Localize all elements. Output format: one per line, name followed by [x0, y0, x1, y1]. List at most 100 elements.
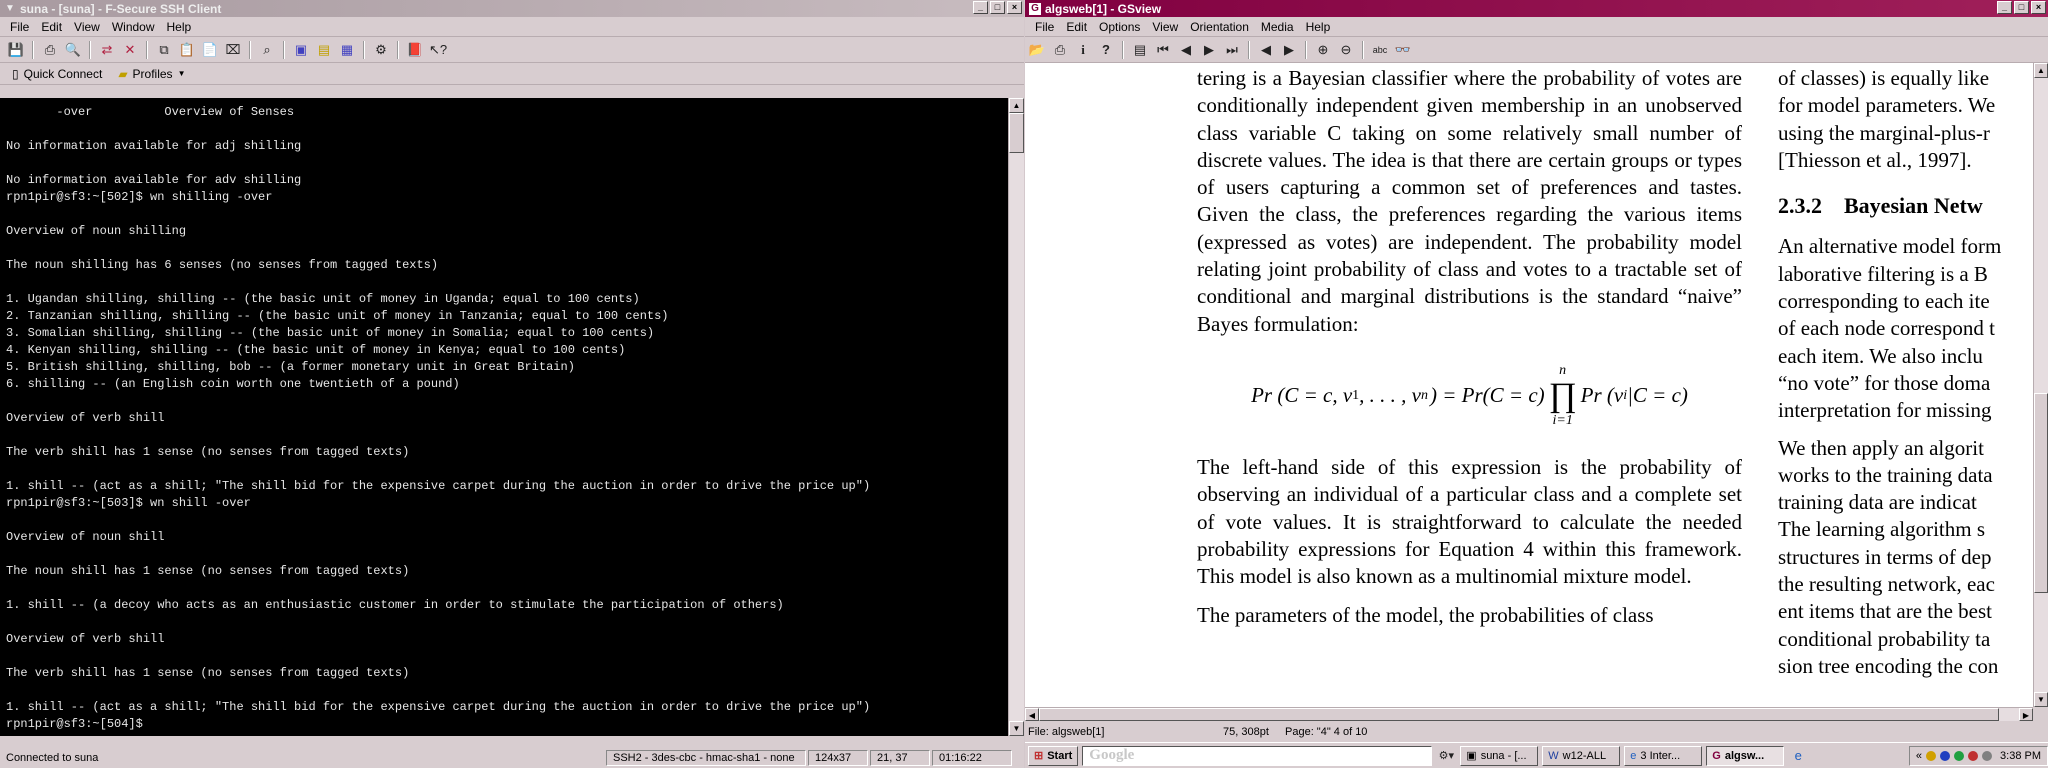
equation: Pr (C = c, v1, . . . , v n) = Pr(C = c) n…: [1197, 348, 1742, 444]
scroll-right-arrow-icon[interactable]: ▶: [2019, 708, 2033, 721]
find-icon[interactable]: ⌕: [257, 40, 277, 60]
equation-subscript: n: [1421, 388, 1428, 404]
tray-expand-icon[interactable]: «: [1916, 750, 1922, 762]
quick-connect-button[interactable]: ▯ Quick Connect: [12, 67, 102, 81]
scroll-down-arrow-icon[interactable]: ▼: [1009, 721, 1024, 736]
goto-page-icon[interactable]: ▤: [1130, 40, 1150, 60]
open-folder-icon[interactable]: 📂: [1027, 40, 1047, 60]
info-icon[interactable]: i: [1073, 40, 1093, 60]
scroll-thumb[interactable]: [2034, 393, 2048, 593]
menu-window[interactable]: Window: [106, 20, 161, 34]
gsview-window: G algsweb[1] - GSview _ □ × File Edit Op…: [1025, 0, 2048, 752]
print-icon[interactable]: ⎙: [40, 40, 60, 60]
gsview-window-title: algsweb[1] - GSview: [1045, 1, 1162, 16]
scroll-down-arrow-icon[interactable]: ▼: [2034, 692, 2048, 707]
column-line: The learning algorithm s: [1778, 517, 1986, 542]
gsview-titlebar[interactable]: G algsweb[1] - GSview _ □ ×: [1025, 0, 2048, 17]
google-search-field[interactable]: Google: [1082, 745, 1433, 766]
terminal-line: The verb shill has 1 sense (no senses fr…: [6, 445, 410, 459]
scroll-up-arrow-icon[interactable]: ▲: [2034, 63, 2048, 78]
next-page-icon[interactable]: ▶: [1199, 40, 1219, 60]
clear-icon[interactable]: ⌧: [223, 40, 243, 60]
menu-edit[interactable]: Edit: [35, 20, 68, 34]
terminal-line: Overview of verb shill: [6, 411, 165, 425]
menu-view[interactable]: View: [68, 20, 106, 34]
settings-icon[interactable]: ⚙: [371, 40, 391, 60]
scroll-thumb[interactable]: [1039, 708, 1999, 721]
minimize-button[interactable]: _: [973, 1, 988, 14]
column-line: conditional probability ta: [1778, 626, 1991, 651]
print-icon[interactable]: ⎙: [1050, 40, 1070, 60]
terminal-output[interactable]: -over Overview of Senses No information …: [0, 98, 1008, 736]
quick-launch-icon[interactable]: e: [1788, 746, 1808, 766]
menu-help[interactable]: Help: [161, 20, 198, 34]
tray-volume-icon[interactable]: [1982, 750, 1993, 761]
scroll-left-arrow-icon[interactable]: ◀: [1025, 708, 1039, 721]
task-w12-all[interactable]: W w12-ALL: [1542, 745, 1621, 766]
profiles-button[interactable]: ▰ Profiles ▼: [118, 67, 185, 81]
forward-arrow-icon[interactable]: ▶: [1279, 40, 1299, 60]
last-page-icon[interactable]: ⏭: [1222, 40, 1242, 60]
help-book-icon[interactable]: 📕: [405, 40, 425, 60]
tray-network-icon[interactable]: [1940, 750, 1951, 761]
menu-view[interactable]: View: [1146, 20, 1184, 34]
help-icon[interactable]: ?: [1096, 40, 1116, 60]
task-algsweb[interactable]: G algsw...: [1706, 745, 1785, 766]
start-button[interactable]: ⊞ Start: [1028, 745, 1079, 766]
print-preview-icon[interactable]: 🔍: [63, 40, 83, 60]
close-button[interactable]: ×: [2031, 1, 2046, 14]
column-line: of classes) is equally like: [1778, 66, 1990, 90]
menu-file[interactable]: File: [1029, 20, 1060, 34]
open-folder-icon[interactable]: ▤: [314, 40, 334, 60]
menu-help[interactable]: Help: [1300, 20, 1337, 34]
task-suna[interactable]: ▣ suna - [...: [1460, 745, 1539, 766]
close-button[interactable]: ×: [1007, 1, 1022, 14]
maximize-button[interactable]: □: [990, 1, 1005, 14]
toolbar-options-icon[interactable]: ⚙▾: [1436, 746, 1456, 766]
disconnect-icon[interactable]: ✕: [120, 40, 140, 60]
column-line: training data are indicat: [1778, 490, 1977, 515]
scroll-thumb[interactable]: [1009, 113, 1024, 153]
menu-file[interactable]: File: [4, 20, 35, 34]
zoom-out-icon[interactable]: ⊖: [1336, 40, 1356, 60]
document-horizontal-scrollbar[interactable]: ◀ ▶: [1025, 707, 2033, 721]
terminal-scrollbar[interactable]: ▲ ▼: [1008, 98, 1024, 736]
menu-media[interactable]: Media: [1255, 20, 1300, 34]
find-next-icon[interactable]: 👓: [1393, 40, 1413, 60]
tray-app-icon[interactable]: [1926, 750, 1937, 761]
back-arrow-icon[interactable]: ◀: [1256, 40, 1276, 60]
column-line: sion tree encoding the con: [1778, 653, 1999, 678]
column-line: structures in terms of dep: [1778, 544, 1992, 569]
copy-icon[interactable]: ⧉: [154, 40, 174, 60]
ssh-window-title: suna - [suna] - F-Secure SSH Client: [20, 1, 222, 16]
tray-security-icon[interactable]: [1968, 750, 1979, 761]
context-help-icon[interactable]: ↖?: [428, 40, 448, 60]
terminal-line: Overview of noun shilling: [6, 224, 187, 238]
menu-options[interactable]: Options: [1093, 20, 1146, 34]
folder-icon: ▰: [118, 66, 128, 81]
find-text-icon[interactable]: abc: [1370, 40, 1390, 60]
terminal-line: The noun shill has 1 sense (no senses fr…: [6, 564, 410, 578]
terminal-line: 1. shill -- (act as a shill; "The shill …: [6, 700, 871, 714]
first-page-icon[interactable]: ⏮: [1153, 40, 1173, 60]
terminal-icon[interactable]: ▦: [337, 40, 357, 60]
scroll-up-arrow-icon[interactable]: ▲: [1009, 98, 1024, 113]
tray-messenger-icon[interactable]: [1954, 750, 1965, 761]
task-internet[interactable]: e 3 Inter...: [1624, 745, 1703, 766]
minimize-button[interactable]: _: [1997, 1, 2012, 14]
previous-page-icon[interactable]: ◀: [1176, 40, 1196, 60]
document-vertical-scrollbar[interactable]: ▲ ▼: [2033, 63, 2048, 707]
paste-icon[interactable]: 📋: [177, 40, 197, 60]
menu-edit[interactable]: Edit: [1060, 20, 1093, 34]
zoom-in-icon[interactable]: ⊕: [1313, 40, 1333, 60]
save-icon[interactable]: 💾: [6, 40, 26, 60]
new-file-transfer-icon[interactable]: ▣: [291, 40, 311, 60]
section-heading: 2.3.2 Bayesian Netw: [1778, 193, 1983, 219]
menu-orientation[interactable]: Orientation: [1184, 20, 1255, 34]
paste-special-icon[interactable]: 📄: [200, 40, 220, 60]
connect-icon[interactable]: ⇄: [97, 40, 117, 60]
maximize-button[interactable]: □: [2014, 1, 2029, 14]
document-view[interactable]: tering is a Bayesian classifier where th…: [1025, 63, 2033, 707]
ssh-titlebar[interactable]: ▼ suna - [suna] - F-Secure SSH Client _ …: [0, 0, 1024, 17]
